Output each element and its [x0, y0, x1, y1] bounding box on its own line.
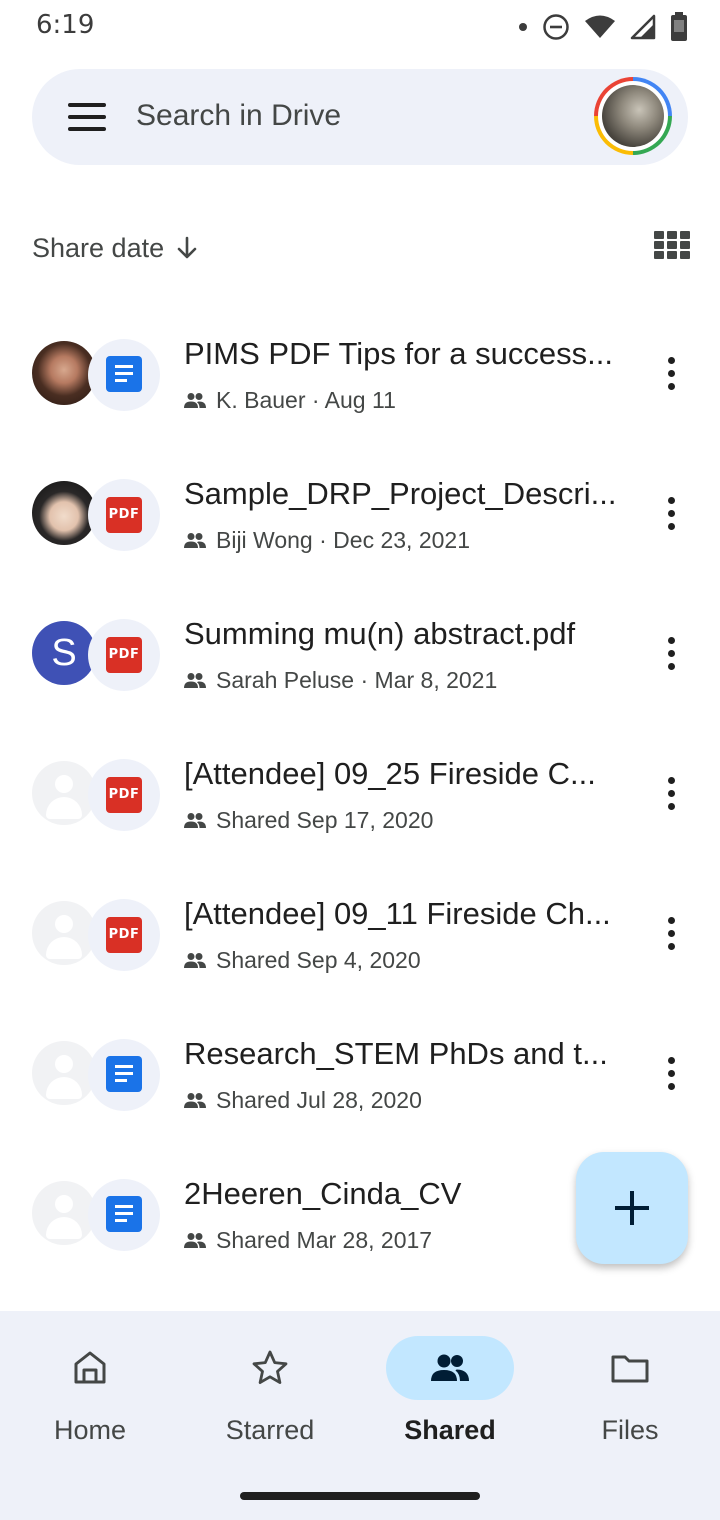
file-title: [Attendee] 09_11 Fireside Ch... — [184, 896, 611, 931]
shared-people-icon — [184, 953, 206, 968]
search-input[interactable]: Search in Drive — [136, 99, 341, 133]
file-type-badge — [88, 339, 160, 411]
battery-icon — [671, 12, 687, 41]
signal-icon — [630, 14, 656, 40]
file-title: Research_STEM PhDs and t... — [184, 1036, 608, 1071]
google-doc-icon — [106, 356, 142, 392]
pdf-icon: PDF — [106, 637, 142, 673]
owner-avatar-placeholder — [32, 901, 96, 965]
file-subtitle: Shared Mar 28, 2017 — [184, 1225, 432, 1255]
file-title: Summing mu(n) abstract.pdf — [184, 616, 576, 651]
nav-home-label: Home — [53, 1415, 127, 1445]
file-meta: Shared Sep 4, 2020 — [216, 946, 421, 973]
bottom-navigation: Home Starred Shared Files — [0, 1311, 720, 1520]
star-icon — [252, 1350, 288, 1384]
nav-shared-label: Shared — [404, 1415, 496, 1445]
nav-home[interactable]: Home — [0, 1335, 180, 1465]
more-options-icon[interactable] — [652, 491, 692, 535]
shared-people-icon — [184, 1093, 206, 1108]
file-meta: Sarah Peluse · Mar 8, 2021 — [216, 666, 498, 693]
pdf-icon: PDF — [106, 777, 142, 813]
status-bar: 6:19 — [0, 0, 720, 56]
grid-view-icon[interactable] — [654, 231, 690, 259]
file-title: Sample_DRP_Project_Descri... — [184, 476, 617, 511]
google-doc-icon — [106, 1056, 142, 1092]
file-type-badge: PDF — [88, 619, 160, 691]
file-subtitle: Shared Sep 17, 2020 — [184, 805, 433, 835]
more-options-icon[interactable] — [652, 771, 692, 815]
shared-people-icon — [184, 393, 206, 408]
file-subtitle: Shared Jul 28, 2020 — [184, 1085, 422, 1115]
pdf-icon: PDF — [106, 917, 142, 953]
home-icon — [74, 1351, 106, 1384]
nav-starred-label: Starred — [225, 1415, 315, 1445]
file-list: PIMS PDF Tips for a success... K. Bauer … — [0, 302, 720, 1282]
search-bar[interactable]: Search in Drive — [32, 69, 688, 165]
wifi-icon — [585, 15, 615, 38]
avatar-photo — [602, 85, 664, 147]
more-options-icon[interactable] — [652, 351, 692, 395]
file-meta: Shared Sep 17, 2020 — [216, 806, 434, 833]
more-options-icon[interactable] — [652, 1051, 692, 1095]
file-type-badge: PDF — [88, 479, 160, 551]
folder-icon — [611, 1355, 649, 1383]
file-title: [Attendee] 09_25 Fireside C... — [184, 756, 596, 791]
do-not-disturb-icon — [543, 14, 569, 40]
owner-avatar: S — [32, 621, 96, 685]
file-subtitle: Shared Sep 4, 2020 — [184, 945, 421, 975]
status-icons — [518, 10, 688, 44]
active-nav-pill — [386, 1336, 514, 1400]
sort-button[interactable]: Share date — [32, 226, 200, 270]
owner-avatar — [32, 481, 96, 545]
file-type-badge — [88, 1179, 160, 1251]
file-subtitle: Biji Wong · Dec 23, 2021 — [184, 525, 470, 555]
shared-people-icon — [184, 1233, 206, 1248]
status-time: 6:19 — [36, 10, 95, 40]
nav-shared[interactable]: Shared — [360, 1335, 540, 1465]
account-avatar[interactable] — [594, 77, 672, 155]
notification-dot-icon — [519, 23, 527, 31]
file-row[interactable]: PDF [Attendee] 09_11 Fireside Ch... Shar… — [0, 862, 720, 1002]
owner-avatar — [32, 341, 96, 405]
more-options-icon[interactable] — [652, 911, 692, 955]
owner-avatar-placeholder — [32, 761, 96, 825]
new-file-fab[interactable] — [576, 1152, 688, 1264]
owner-avatar-placeholder — [32, 1181, 96, 1245]
menu-icon[interactable] — [68, 103, 106, 131]
people-icon — [431, 1354, 469, 1381]
nav-files-label: Files — [601, 1415, 659, 1445]
arrow-down-icon — [177, 236, 197, 259]
file-subtitle: Sarah Peluse · Mar 8, 2021 — [184, 665, 497, 695]
pdf-icon: PDF — [106, 497, 142, 533]
shared-people-icon — [184, 533, 206, 548]
google-doc-icon — [106, 1196, 142, 1232]
more-options-icon[interactable] — [652, 631, 692, 675]
sort-label: Share date — [32, 232, 165, 263]
file-type-badge: PDF — [88, 899, 160, 971]
file-row[interactable]: PDF [Attendee] 09_25 Fireside C... Share… — [0, 722, 720, 862]
file-type-badge — [88, 1039, 160, 1111]
nav-starred[interactable]: Starred — [180, 1335, 360, 1465]
file-meta: K. Bauer · Aug 11 — [216, 386, 396, 413]
shared-people-icon — [184, 673, 206, 688]
owner-avatar-placeholder — [32, 1041, 96, 1105]
file-title: 2Heeren_Cinda_CV — [184, 1176, 462, 1211]
file-row[interactable]: S PDF Summing mu(n) abstract.pdf Sarah P… — [0, 582, 720, 722]
file-meta: Shared Mar 28, 2017 — [216, 1226, 433, 1253]
file-subtitle: K. Bauer · Aug 11 — [184, 385, 396, 415]
nav-files[interactable]: Files — [540, 1335, 720, 1465]
file-row[interactable]: Research_STEM PhDs and t... Shared Jul 2… — [0, 1002, 720, 1142]
file-type-badge: PDF — [88, 759, 160, 831]
file-title: PIMS PDF Tips for a success... — [184, 336, 613, 371]
file-row[interactable]: PDF Sample_DRP_Project_Descri... Biji Wo… — [0, 442, 720, 582]
file-meta: Shared Jul 28, 2020 — [216, 1086, 422, 1113]
gesture-handle — [240, 1492, 480, 1500]
file-row[interactable]: PIMS PDF Tips for a success... K. Bauer … — [0, 302, 720, 442]
shared-people-icon — [184, 813, 206, 828]
file-meta: Biji Wong · Dec 23, 2021 — [216, 526, 470, 553]
